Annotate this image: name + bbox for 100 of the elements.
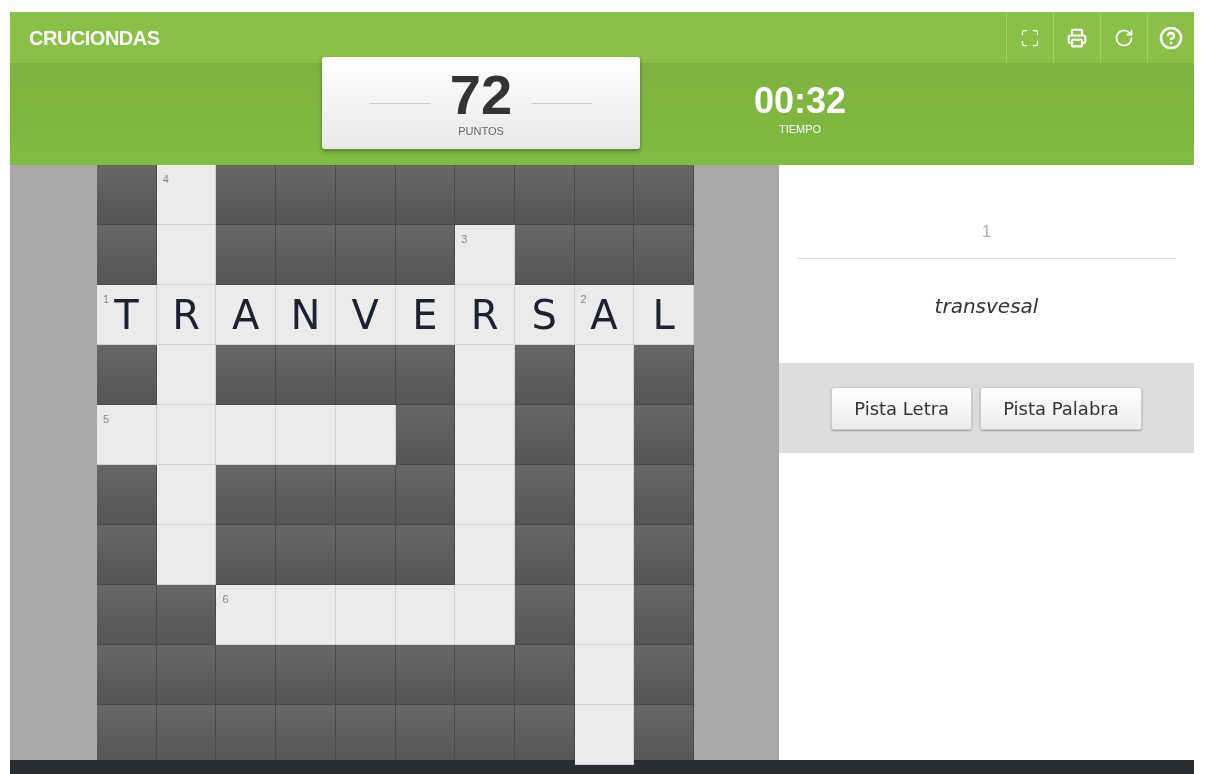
cell-letter: R xyxy=(172,290,200,340)
blocked-cell xyxy=(574,165,635,225)
cell-letter: S xyxy=(531,290,557,340)
letter-cell[interactable]: V xyxy=(335,285,396,345)
blocked-cell xyxy=(455,165,515,225)
letter-cell[interactable] xyxy=(574,645,635,705)
letter-cell[interactable]: N xyxy=(276,285,336,345)
blocked-cell xyxy=(514,525,575,585)
letter-cell[interactable] xyxy=(395,585,456,645)
letter-cell[interactable] xyxy=(574,345,635,405)
letter-cell[interactable] xyxy=(276,585,336,645)
letter-cell[interactable] xyxy=(574,525,635,585)
letter-cell[interactable] xyxy=(455,465,515,525)
fullscreen-icon xyxy=(1020,27,1040,48)
letter-cell[interactable] xyxy=(574,405,635,465)
letter-cell[interactable] xyxy=(156,345,217,405)
blocked-cell xyxy=(335,645,396,705)
letter-cell[interactable] xyxy=(455,405,515,465)
timer-label: TIEMPO xyxy=(778,122,822,137)
blocked-cell xyxy=(276,225,336,285)
letter-cell[interactable] xyxy=(574,705,635,765)
blocked-cell xyxy=(216,645,277,705)
letter-cell[interactable] xyxy=(574,465,635,525)
letter-cell[interactable] xyxy=(455,345,515,405)
blocked-cell xyxy=(276,345,336,405)
letter-cell[interactable] xyxy=(335,585,396,645)
blocked-cell xyxy=(97,645,157,705)
blocked-cell xyxy=(634,645,694,705)
letter-cell[interactable] xyxy=(156,405,217,465)
clue-number: 1 xyxy=(103,292,110,307)
clue-number: 6 xyxy=(222,592,229,607)
blocked-cell xyxy=(395,165,456,225)
blocked-cell xyxy=(455,645,515,705)
blocked-cell xyxy=(395,405,456,465)
hint-button[interactable]: Pista Letra xyxy=(831,386,973,430)
blocked-cell xyxy=(276,525,336,585)
score-value: 72 xyxy=(449,66,513,123)
blocked-cell xyxy=(514,165,575,225)
letter-cell[interactable] xyxy=(335,405,396,465)
blocked-cell xyxy=(276,165,336,225)
letter-cell[interactable] xyxy=(216,405,277,465)
letter-cell[interactable] xyxy=(156,225,217,285)
cell-letter: A xyxy=(232,290,260,340)
blocked-cell xyxy=(514,585,575,645)
blocked-cell xyxy=(97,585,157,645)
cell-letter: N xyxy=(290,290,321,340)
clue-number: 4 xyxy=(162,172,169,187)
letter-cell[interactable] xyxy=(156,465,217,525)
blocked-cell xyxy=(395,645,456,705)
blocked-cell xyxy=(335,525,396,585)
blocked-cell xyxy=(634,465,694,525)
letter-cell[interactable]: A xyxy=(216,285,277,345)
blocked-cell xyxy=(216,165,277,225)
hint-button[interactable]: Pista Palabra xyxy=(980,386,1142,430)
letter-cell[interactable]: L xyxy=(634,285,694,345)
blocked-cell xyxy=(335,345,396,405)
clue-text: transvesal xyxy=(934,293,1039,320)
blocked-cell xyxy=(97,165,157,225)
blocked-cell xyxy=(335,225,396,285)
timer-value: 00:32 xyxy=(753,81,847,121)
letter-cell[interactable] xyxy=(455,585,515,645)
letter-cell[interactable] xyxy=(276,405,336,465)
cell-letter: L xyxy=(652,290,675,340)
blocked-cell xyxy=(514,465,575,525)
blocked-cell xyxy=(97,465,157,525)
letter-cell[interactable] xyxy=(156,525,217,585)
blocked-cell xyxy=(514,345,575,405)
blocked-cell xyxy=(574,225,635,285)
blocked-cell xyxy=(395,465,456,525)
blocked-cell xyxy=(514,645,575,705)
cell-letter: T xyxy=(114,290,139,340)
cell-letter: E xyxy=(412,290,438,340)
clue-number: 2 xyxy=(580,292,587,307)
letter-cell[interactable] xyxy=(455,525,515,585)
letter-cell[interactable] xyxy=(574,585,635,645)
cell-letter: R xyxy=(470,290,499,340)
blocked-cell xyxy=(97,345,157,405)
blocked-cell xyxy=(276,465,336,525)
blocked-cell xyxy=(514,225,575,285)
blocked-cell xyxy=(335,465,396,525)
letter-cell[interactable]: R xyxy=(156,285,217,345)
app-title: CRUCIONDAS xyxy=(28,25,160,51)
print-icon xyxy=(1067,27,1087,48)
cell-letter: V xyxy=(351,290,379,340)
clue-number: 3 xyxy=(461,232,468,247)
help-icon xyxy=(1159,25,1183,50)
letter-cell[interactable]: E xyxy=(395,285,456,345)
blocked-cell xyxy=(395,225,456,285)
blocked-cell xyxy=(216,465,277,525)
blocked-cell xyxy=(634,345,694,405)
blocked-cell xyxy=(97,225,157,285)
letter-cell[interactable]: R xyxy=(455,285,515,345)
letter-cell[interactable]: S xyxy=(514,285,575,345)
blocked-cell xyxy=(97,525,157,585)
blocked-cell xyxy=(395,345,456,405)
cell-letter: A xyxy=(590,290,618,340)
blocked-cell xyxy=(216,525,277,585)
restart-icon xyxy=(1114,27,1134,48)
score-label: PUNTOS xyxy=(458,123,504,139)
blocked-cell xyxy=(514,405,575,465)
